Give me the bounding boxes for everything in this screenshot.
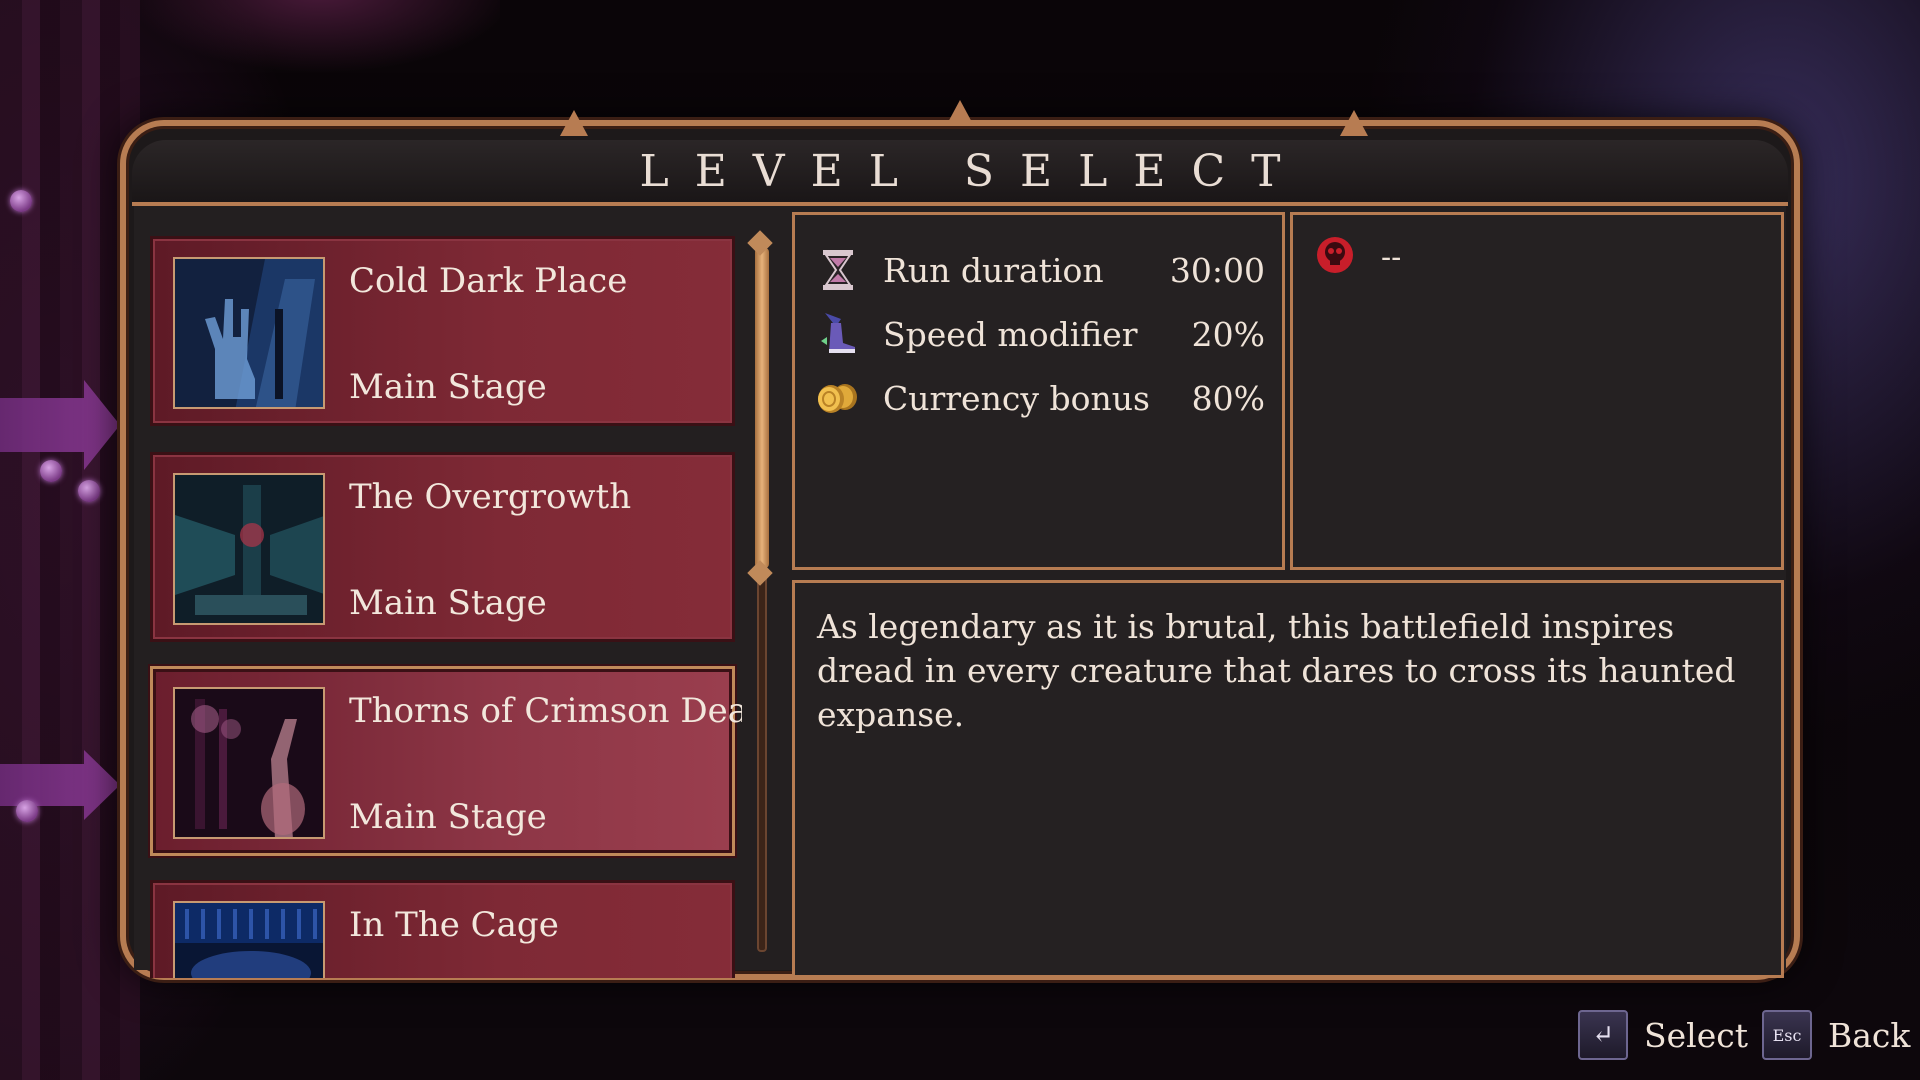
esc-key-icon[interactable]: Esc bbox=[1762, 1010, 1812, 1060]
select-prompt[interactable]: ↵ Select bbox=[1578, 1010, 1748, 1060]
level-card-selected[interactable]: Thorns of Crimson Death Main Stage bbox=[150, 666, 742, 856]
level-card[interactable]: The Overgrowth Main Stage bbox=[150, 452, 735, 642]
skull-icon bbox=[1315, 235, 1355, 279]
frame-ornament bbox=[1340, 110, 1368, 136]
level-name: The Overgrowth bbox=[349, 477, 632, 517]
level-name: Thorns of Crimson Death bbox=[349, 691, 742, 731]
level-card[interactable]: Cold Dark Place Main Stage bbox=[150, 236, 735, 426]
level-description: As legendary as it is brutal, this battl… bbox=[817, 607, 1736, 734]
level-stage: Main Stage bbox=[349, 367, 547, 407]
top-curtain bbox=[140, 0, 500, 120]
record-row: -- bbox=[1315, 235, 1401, 279]
stat-row: Speed modifier 20% bbox=[815, 309, 1265, 359]
select-label: Select bbox=[1644, 1015, 1748, 1055]
back-prompt[interactable]: Esc Back bbox=[1762, 1010, 1910, 1060]
level-stage: Main Stage bbox=[349, 797, 547, 837]
marquee-bulb bbox=[40, 460, 62, 482]
hourglass-icon bbox=[815, 247, 861, 293]
speed-boot-icon bbox=[815, 311, 861, 357]
page-title: LEVEL SELECT bbox=[639, 145, 1307, 197]
level-thumbnail bbox=[173, 687, 325, 839]
stat-label: Currency bonus bbox=[883, 378, 1150, 418]
stat-value: 20% bbox=[1191, 314, 1265, 354]
stat-label: Run duration bbox=[883, 250, 1104, 290]
level-thumbnail bbox=[173, 901, 325, 978]
scrollbar-thumb[interactable] bbox=[755, 248, 769, 568]
level-thumbnail bbox=[173, 473, 325, 625]
enter-key-icon[interactable]: ↵ bbox=[1578, 1010, 1628, 1060]
level-thumbnail bbox=[173, 257, 325, 409]
level-card[interactable]: In The Cage bbox=[150, 880, 735, 978]
back-label: Back bbox=[1828, 1015, 1911, 1055]
level-name: Cold Dark Place bbox=[349, 261, 628, 301]
marquee-bulb bbox=[78, 480, 100, 502]
stats-panel: Run duration 30:00 Speed modifier 20% Cu… bbox=[792, 212, 1285, 570]
stat-row: Currency bonus 80% bbox=[815, 373, 1265, 423]
left-curtain bbox=[0, 0, 140, 1080]
frame-ornament bbox=[946, 100, 974, 126]
title-bar: LEVEL SELECT bbox=[132, 140, 1788, 206]
level-list[interactable]: Cold Dark Place Main Stage The Overgrowt… bbox=[142, 212, 742, 978]
marquee-bulb bbox=[10, 190, 32, 212]
stat-row: Run duration 30:00 bbox=[815, 245, 1265, 295]
record-value: -- bbox=[1381, 239, 1402, 275]
level-stage: Main Stage bbox=[349, 583, 547, 623]
stat-label: Speed modifier bbox=[883, 314, 1138, 354]
stat-value: 30:00 bbox=[1169, 250, 1265, 290]
stat-value: 80% bbox=[1191, 378, 1265, 418]
coins-icon bbox=[815, 375, 861, 421]
description-panel: As legendary as it is brutal, this battl… bbox=[792, 580, 1784, 978]
level-name: In The Cage bbox=[349, 905, 559, 945]
marquee-bulb bbox=[16, 800, 38, 822]
frame-ornament bbox=[560, 110, 588, 136]
record-panel: -- bbox=[1290, 212, 1784, 570]
